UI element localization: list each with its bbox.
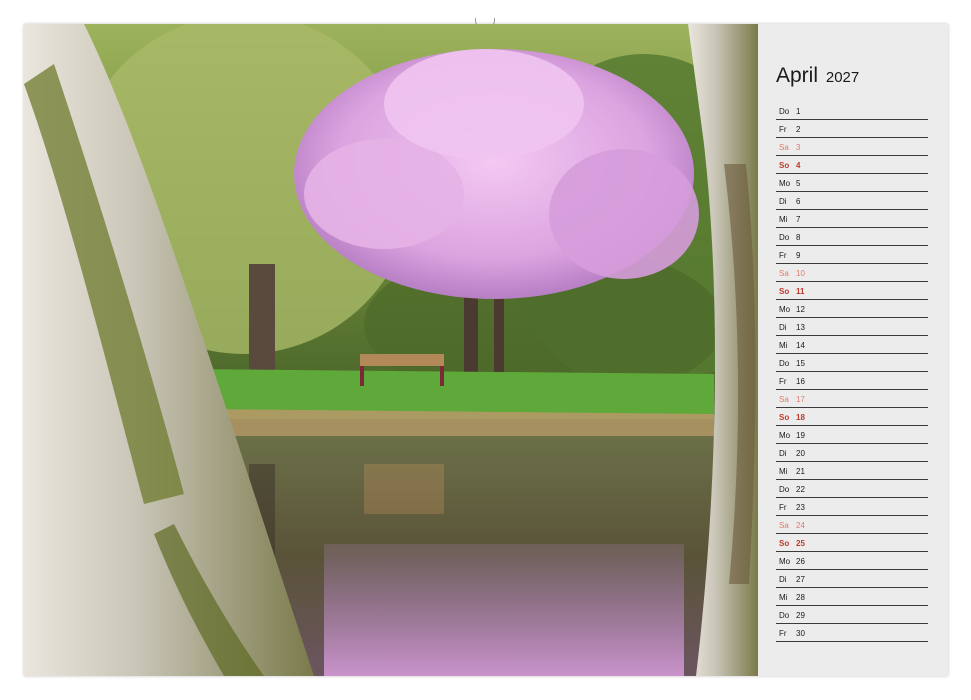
day-row: Do 8	[776, 228, 928, 246]
weekday-label: Di	[779, 449, 787, 458]
day-row: Fr 16	[776, 372, 928, 390]
day-row: Sa 10	[776, 264, 928, 282]
day-number: 15	[796, 359, 805, 368]
day-number: 23	[796, 503, 805, 512]
day-row: Fr 30	[776, 624, 928, 642]
day-list: Do 1 Fr 2 Sa 3 So 4 Mo 5 Di 6 Mi 7 Do 8 Fr 9 Sa 10…	[776, 102, 928, 642]
day-row: Fr 9	[776, 246, 928, 264]
weekday-label: So	[779, 287, 790, 296]
calendar-page: April 2027 Do 1 Fr 2 Sa 3 So 4 Mo 5 Di 6 Mi 7 D…	[24, 24, 948, 676]
weekday-label: Fr	[779, 377, 787, 386]
day-row: Mi 21	[776, 462, 928, 480]
day-row: Fr 2	[776, 120, 928, 138]
day-number: 30	[796, 629, 805, 638]
day-number: 2	[796, 125, 801, 134]
weekday-label: Do	[779, 107, 790, 116]
month-name: April	[776, 64, 819, 87]
weekday-label: Fr	[779, 503, 787, 512]
day-number: 13	[796, 323, 805, 332]
day-row: So 4	[776, 156, 928, 174]
weekday-label: Mi	[779, 215, 788, 224]
day-number: 18	[796, 413, 805, 422]
day-row: Di 27	[776, 570, 928, 588]
day-number: 10	[796, 269, 805, 278]
day-number: 12	[796, 305, 805, 314]
weekday-label: So	[779, 539, 790, 548]
weekday-label: Sa	[779, 143, 789, 152]
weekday-label: Sa	[779, 395, 789, 404]
day-row: Di 6	[776, 192, 928, 210]
day-row: Mo 12	[776, 300, 928, 318]
day-number: 26	[796, 557, 805, 566]
day-number: 21	[796, 467, 805, 476]
year: 2027	[825, 69, 860, 86]
day-row: Do 22	[776, 480, 928, 498]
day-row: Fr 23	[776, 498, 928, 516]
weekday-label: Di	[779, 323, 787, 332]
day-row: Mi 7	[776, 210, 928, 228]
weekday-label: Fr	[779, 125, 787, 134]
day-number: 11	[796, 287, 805, 296]
day-row: Do 15	[776, 354, 928, 372]
weekday-label: Mi	[779, 467, 788, 476]
day-number: 1	[796, 107, 801, 116]
weekday-label: Do	[779, 485, 790, 494]
calendar-panel: April 2027 Do 1 Fr 2 Sa 3 So 4 Mo 5 Di 6 Mi 7 D…	[758, 24, 948, 676]
day-number: 4	[796, 161, 801, 170]
day-row: Di 13	[776, 318, 928, 336]
weekday-label: Fr	[779, 629, 787, 638]
day-row: Sa 24	[776, 516, 928, 534]
day-row: Mo 5	[776, 174, 928, 192]
weekday-label: So	[779, 413, 790, 422]
day-number: 9	[796, 251, 801, 260]
day-row: Mo 26	[776, 552, 928, 570]
day-row: So 18	[776, 408, 928, 426]
day-number: 17	[796, 395, 805, 404]
weekday-label: Fr	[779, 251, 787, 260]
weekday-label: Di	[779, 197, 787, 206]
weekday-label: Mo	[779, 431, 791, 440]
day-number: 14	[796, 341, 805, 350]
weekday-label: Mi	[779, 341, 788, 350]
day-number: 8	[796, 233, 801, 242]
day-row: So 11	[776, 282, 928, 300]
day-number: 22	[796, 485, 805, 494]
day-row: So 25	[776, 534, 928, 552]
day-row: Mi 14	[776, 336, 928, 354]
day-row: Mi 28	[776, 588, 928, 606]
weekday-label: Mi	[779, 593, 788, 602]
day-number: 6	[796, 197, 801, 206]
day-row: Mo 19	[776, 426, 928, 444]
day-number: 28	[796, 593, 805, 602]
day-number: 19	[796, 431, 805, 440]
weekday-label: Do	[779, 611, 790, 620]
weekday-label: Mo	[779, 179, 791, 188]
weekday-label: Sa	[779, 521, 789, 530]
day-number: 7	[796, 215, 801, 224]
tree-trunk	[249, 264, 275, 374]
day-number: 27	[796, 575, 805, 584]
day-number: 25	[796, 539, 805, 548]
spring-park-photo	[24, 24, 758, 676]
weekday-label: Mo	[779, 305, 791, 314]
day-number: 29	[796, 611, 805, 620]
day-row: Sa 3	[776, 138, 928, 156]
weekday-label: So	[779, 161, 790, 170]
day-row: Do 29	[776, 606, 928, 624]
month-title: April 2027	[776, 64, 859, 88]
weekday-label: Mo	[779, 557, 791, 566]
day-row: Di 20	[776, 444, 928, 462]
weekday-label: Sa	[779, 269, 789, 278]
day-number: 3	[796, 143, 801, 152]
day-row: Sa 17	[776, 390, 928, 408]
day-number: 16	[796, 377, 805, 386]
day-row: Do 1	[776, 102, 928, 120]
day-number: 24	[796, 521, 805, 530]
weekday-label: Do	[779, 359, 790, 368]
day-number: 20	[796, 449, 805, 458]
weekday-label: Di	[779, 575, 787, 584]
day-number: 5	[796, 179, 801, 188]
weekday-label: Do	[779, 233, 790, 242]
